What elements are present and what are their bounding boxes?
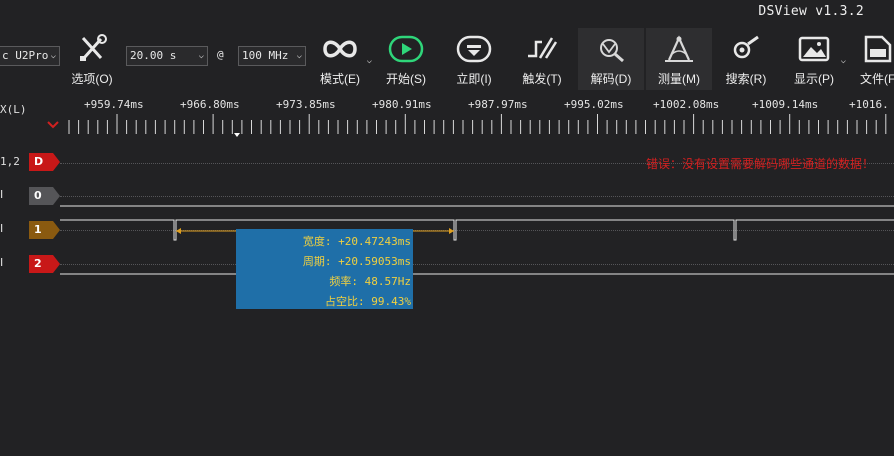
chevron-down-icon: ⌵ [198,51,204,61]
chevron-down-icon: ⌵ [50,51,56,61]
channel-2-name-text: Ⅰ [0,256,4,269]
options-label: 选项(O) [71,72,113,86]
decode-icon [600,39,624,63]
app-title: DSView v1.3.2 [758,4,864,19]
measure-period: 周期: +20.59053ms [302,255,411,268]
ruler-tick-label: +980.91ms [372,98,432,111]
ruler-tick-label: +966.80ms [180,98,240,111]
instant-button[interactable]: 立即(I) [446,28,502,90]
channel-1-tag-wrap: 1 [29,221,60,239]
channel-2-tag-text: 2 [34,257,42,270]
measure-frequency: 频率: 48.57Hz [329,275,411,288]
duration-select-value: 20.00 s [130,49,177,62]
cursor-marker-icon[interactable] [234,133,240,137]
search-label: 搜索(R) [725,72,767,86]
channel-0-name: Ⅰ [0,188,3,201]
samplerate-select[interactable]: 100 MHz ⌵ [238,46,306,66]
device-select[interactable]: c U2Pro ⌵ [0,46,60,66]
waveform-area[interactable] [60,200,894,280]
channel-2-tag-wrap: 2 [29,255,60,273]
chevron-down-icon: ⌵ [296,51,302,61]
channel-0-row-line [60,196,894,197]
channel-0-tag-wrap: 0 [29,187,60,205]
search-button[interactable]: 搜索(R) [718,28,774,90]
device-select-value: c U2Pro [2,49,49,62]
file-icon [864,35,892,63]
measure-popup: 宽度: +20.47243ms 周期: +20.59053ms 频率: 48.5… [236,229,413,309]
file-button[interactable]: 文件(F [856,28,894,90]
display-image-icon [798,36,830,62]
ruler-row-label: X(L) [0,103,27,116]
instant-capture-icon [456,35,492,63]
measure-duty: 占空比: 99.43% [325,295,411,308]
wrench-screwdriver-icon [80,34,107,61]
start-button[interactable]: 开始(S) [378,28,434,90]
start-label: 开始(S) [386,72,426,86]
decoder-tag-text: D [34,155,44,168]
trigger-icon [528,37,558,59]
ruler-tick-label: +995.02ms [564,98,624,111]
chevron-down-icon: ⌵ [840,56,846,66]
channel-1-name-text: Ⅰ [0,222,4,235]
measure-button[interactable]: 测量(M) [646,28,712,90]
mode-button[interactable]: ⌵ 模式(E) [310,28,372,90]
channel-1-name: Ⅰ [0,222,3,235]
channel-1-tag-text: 1 [34,223,42,236]
measure-width: 宽度: +20.47243ms [302,235,411,248]
time-ruler[interactable] [60,114,894,142]
file-label: 文件(F [860,72,894,86]
trigger-button[interactable]: 触发(T) [514,28,570,90]
measure-label: 测量(M) [658,72,700,86]
trigger-position-icon[interactable] [46,120,60,130]
decode-error-message: 错误：没有设置需要解码哪些通道的数据！ [645,157,874,171]
decode-button[interactable]: 解码(D) [578,28,644,90]
ruler-tick-label: +1009.14ms [752,98,819,111]
decoder-tag-wrap: D [29,153,60,171]
ruler-tick-label: +987.97ms [468,98,528,111]
ruler-tick-label: +973.85ms [276,98,336,111]
compass-ruler-icon [665,35,693,62]
arrow-left-icon [176,228,181,234]
channel-0-tag-text: 0 [34,189,42,202]
play-icon [388,35,424,63]
duration-select[interactable]: 20.00 s ⌵ [126,46,208,66]
channel-0-name-text: Ⅰ [0,188,4,201]
chevron-down-icon: ⌵ [366,56,372,66]
decoder-channel-name: 1,2 [0,155,20,168]
infinity-icon [323,40,357,58]
channel-2-name: Ⅰ [0,256,3,269]
options-button[interactable]: 选项(O) [64,28,120,90]
decode-label: 解码(D) [590,72,632,86]
channel-1-waveform [60,219,894,241]
instant-label: 立即(I) [456,72,492,86]
ruler-tick-label: +1016. [849,98,889,111]
display-label: 显示(P) [794,72,834,86]
arrow-right-icon [449,228,454,234]
samplerate-select-value: 100 MHz [242,49,289,62]
ruler-tick-label: +959.74ms [84,98,144,111]
at-label: @ [217,48,224,61]
trigger-label: 触发(T) [522,72,562,86]
ruler-tick-label: +1002.08ms [653,98,720,111]
search-icon [733,35,759,59]
mode-label: 模式(E) [320,72,360,86]
display-button[interactable]: ⌵ 显示(P) [786,28,846,90]
